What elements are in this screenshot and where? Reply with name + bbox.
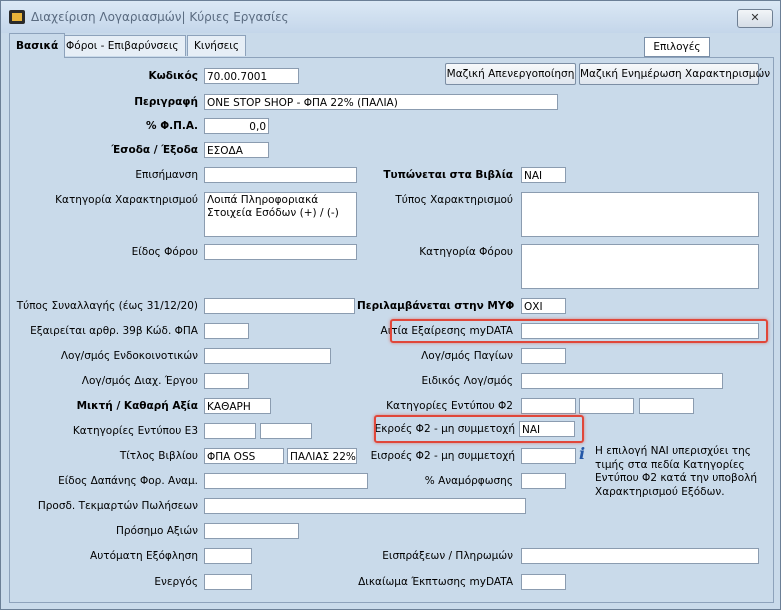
sales-documents-field[interactable] <box>204 498 526 514</box>
e3-category-field-1[interactable] <box>204 423 256 439</box>
net-value-field[interactable]: ΚΑΘΑΡΗ <box>204 398 271 414</box>
revaluation-field[interactable] <box>521 473 566 489</box>
info-note: Η επιλογή ΝΑΙ υπερισχύει της τιμής στα π… <box>595 445 758 498</box>
expense-kind-label: Είδος Δαπάνης Φορ. Αναμ. <box>58 475 198 487</box>
mass-deactivate-button[interactable]: Μαζική Απενεργοποίηση <box>445 63 576 85</box>
options-dropdown[interactable]: Επιλογές <box>644 37 710 57</box>
title-bar: Διαχείριση Λογαριασμών| Κύριες Εργασίες … <box>1 1 780 33</box>
f2-outflows-highlight <box>374 415 584 443</box>
close-button[interactable]: ✕ <box>737 9 773 28</box>
printed-books-field[interactable]: ΝΑΙ <box>521 167 566 183</box>
f2-category-field-2[interactable] <box>579 398 634 414</box>
active-label: Ενεργός <box>154 576 198 588</box>
exempt-39b-label: Εξαιρείται αρθρ. 39β Κώδ. ΦΠΑ <box>30 325 198 337</box>
info-icon: i <box>579 444 586 463</box>
f2-category-field-1[interactable] <box>521 398 576 414</box>
expense-kind-field[interactable] <box>204 473 368 489</box>
vat-field[interactable]: 0,0 <box>204 118 269 134</box>
book-title-field-2[interactable]: ΠΑΛΙΑΣ 22% <box>287 448 357 464</box>
book-title-label: Τίτλος Βιβλίου <box>119 450 198 462</box>
e3-category-field-2[interactable] <box>260 423 312 439</box>
active-field[interactable] <box>204 574 252 590</box>
mass-update-button[interactable]: Μαζική Ενημέρωση Χαρακτηρισμών <box>579 63 770 85</box>
tax-category-field[interactable] <box>521 244 759 289</box>
in-out-field[interactable]: ΕΣΟΔΑ <box>204 142 269 158</box>
special-account-field[interactable] <box>521 373 723 389</box>
code-field[interactable]: 70.00.7001 <box>204 68 299 84</box>
auto-settlement-label: Αυτόματη Εξόφληση <box>90 550 198 562</box>
deduction-right-label: Δικαίωμα Έκπτωσης myDATA <box>358 576 513 588</box>
printed-books-label: Τυπώνεται στα Βιβλία <box>383 169 513 181</box>
auto-settlement-field[interactable] <box>204 548 252 564</box>
special-account-label: Ειδικός Λογ/σμός <box>421 375 513 387</box>
revaluation-label: % Αναμόρφωσης <box>424 475 513 487</box>
notation-field[interactable] <box>204 167 357 183</box>
notation-label: Επισήμανση <box>135 169 198 181</box>
e3-categories-label: Κατηγορίες Εντύπου Ε3 <box>72 425 198 437</box>
tax-category-label: Κατηγορία Φόρου <box>419 246 513 258</box>
tab-movements[interactable]: Κινήσεις <box>187 35 247 56</box>
collections-payments-label: Εισπράξεων / Πληρωμών <box>382 550 513 562</box>
value-sign-label: Πρόσημο Αξιών <box>116 525 198 537</box>
f2-inflows-field[interactable] <box>521 448 576 464</box>
collections-payments-field[interactable] <box>521 548 759 564</box>
deduction-right-field[interactable] <box>521 574 566 590</box>
sales-documents-label: Προσδ. Τεκμαρτών Πωλήσεων <box>37 500 198 512</box>
fixed-assets-account-field[interactable] <box>521 348 566 364</box>
tab-taxes[interactable]: Φόροι - Επιβαρύνσεις <box>59 35 186 56</box>
transaction-type-label: Τύπος Συναλλαγής (έως 31/12/20) <box>16 300 198 312</box>
fixed-assets-account-label: Λογ/σμός Παγίων <box>421 350 513 362</box>
app-icon <box>9 10 25 24</box>
f2-categories-label: Κατηγορίες Εντύπου Φ2 <box>386 400 513 412</box>
in-out-label: Έσοδα / Έξοδα <box>111 144 198 156</box>
f2-category-field-3[interactable] <box>639 398 694 414</box>
characterization-category-field[interactable]: Λοιπά Πληροφοριακά Στοιχεία Εσόδων (+) /… <box>204 192 357 237</box>
intracommunity-account-label: Λογ/σμός Ενδοκοινοτικών <box>60 350 198 362</box>
transaction-type-field[interactable] <box>204 298 355 314</box>
net-value-label: Μικτή / Καθαρή Αξία <box>76 400 198 412</box>
tab-basic[interactable]: Βασικά <box>9 33 66 58</box>
description-label: Περιγραφή <box>134 96 198 108</box>
book-title-field-1[interactable]: ΦΠΑ OSS <box>204 448 284 464</box>
included-myf-label: Περιλαμβάνεται στην ΜΥΦ <box>357 300 515 312</box>
characterization-category-label: Κατηγορία Χαρακτηρισμού <box>55 194 198 206</box>
f2-inflows-label: Εισροές Φ2 - μη συμμετοχή <box>370 450 515 462</box>
tax-kind-label: Είδος Φόρου <box>131 246 198 258</box>
vat-label: % Φ.Π.Α. <box>146 120 198 132</box>
included-myf-field[interactable]: ΟΧΙ <box>521 298 566 314</box>
tax-kind-field[interactable] <box>204 244 357 260</box>
project-account-label: Λογ/σμός Διαχ. Έργου <box>81 375 198 387</box>
window-title: Διαχείριση Λογαριασμών| Κύριες Εργασίες <box>31 10 289 24</box>
characterization-type-field[interactable] <box>521 192 759 237</box>
main-window: Διαχείριση Λογαριασμών| Κύριες Εργασίες … <box>0 0 781 610</box>
code-label: Κωδικός <box>148 70 198 82</box>
description-field[interactable]: ONE STOP SHOP - ΦΠΑ 22% (ΠΑΛΙΑ) <box>204 94 558 110</box>
characterization-type-label: Τύπος Χαρακτηρισμού <box>395 194 513 206</box>
value-sign-field[interactable] <box>204 523 299 539</box>
exemption-reason-highlight <box>390 319 768 343</box>
exempt-39b-field[interactable] <box>204 323 249 339</box>
intracommunity-account-field[interactable] <box>204 348 331 364</box>
project-account-field[interactable] <box>204 373 249 389</box>
